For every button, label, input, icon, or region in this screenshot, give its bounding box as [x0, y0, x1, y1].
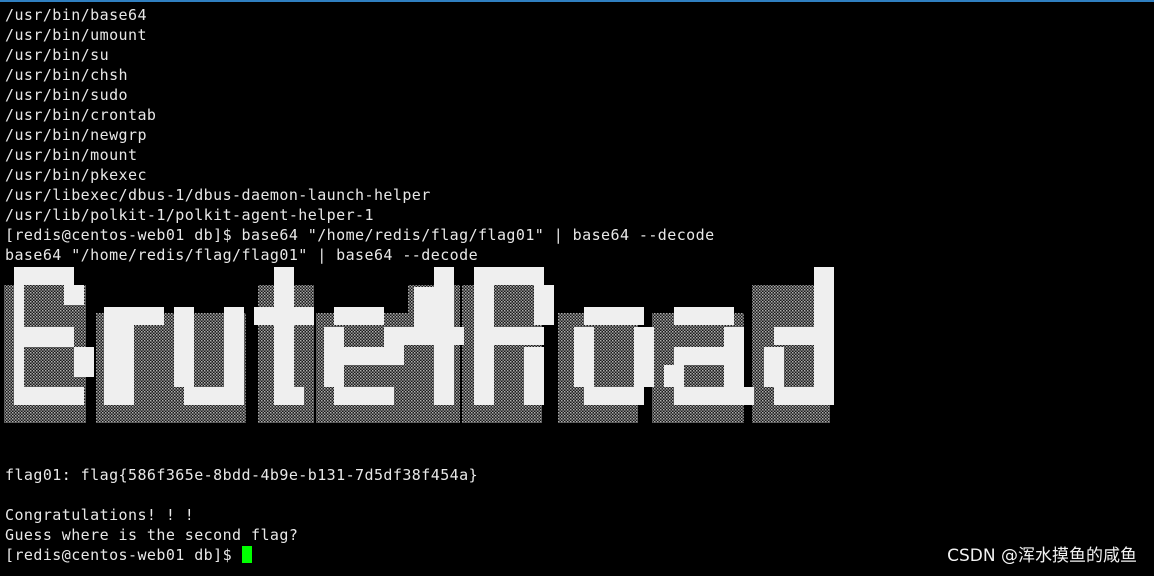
prompt-line[interactable]: [redis@centos-web01 db]$ — [5, 545, 253, 565]
watermark: CSDN @浑水摸鱼的咸鱼 — [947, 546, 1137, 566]
ascii-art-banner — [0, 265, 835, 427]
flag-line: flag01: flag{586f365e-8bdd-4b9e-b131-7d5… — [5, 466, 479, 484]
banner-graphic — [4, 267, 834, 423]
congrats-line: Congratulations! ! ! — [5, 506, 195, 524]
output-line: /usr/bin/pkexec — [5, 166, 147, 184]
prompt-text: [redis@centos-web01 db]$ — [5, 546, 233, 564]
cursor — [242, 546, 253, 563]
window-top-border — [0, 0, 1154, 2]
echo-line: base64 "/home/redis/flag/flag01" | base6… — [5, 246, 479, 264]
output-line: /usr/bin/chsh — [5, 66, 128, 84]
hint-line: Guess where is the second flag? — [5, 526, 299, 544]
output-line: /usr/bin/umount — [5, 26, 147, 44]
output-line: /usr/bin/base64 — [5, 6, 147, 24]
output-line: /usr/bin/crontab — [5, 106, 157, 124]
command-line: [redis@centos-web01 db]$ base64 "/home/r… — [5, 226, 715, 244]
output-line: /usr/libexec/dbus-1/dbus-daemon-launch-h… — [5, 186, 431, 204]
output-line: /usr/lib/polkit-1/polkit-agent-helper-1 — [5, 206, 374, 224]
output-line: /usr/bin/newgrp — [5, 126, 147, 144]
output-line: /usr/bin/sudo — [5, 86, 128, 104]
output-line: /usr/bin/mount — [5, 146, 138, 164]
output-line: /usr/bin/su — [5, 46, 110, 64]
